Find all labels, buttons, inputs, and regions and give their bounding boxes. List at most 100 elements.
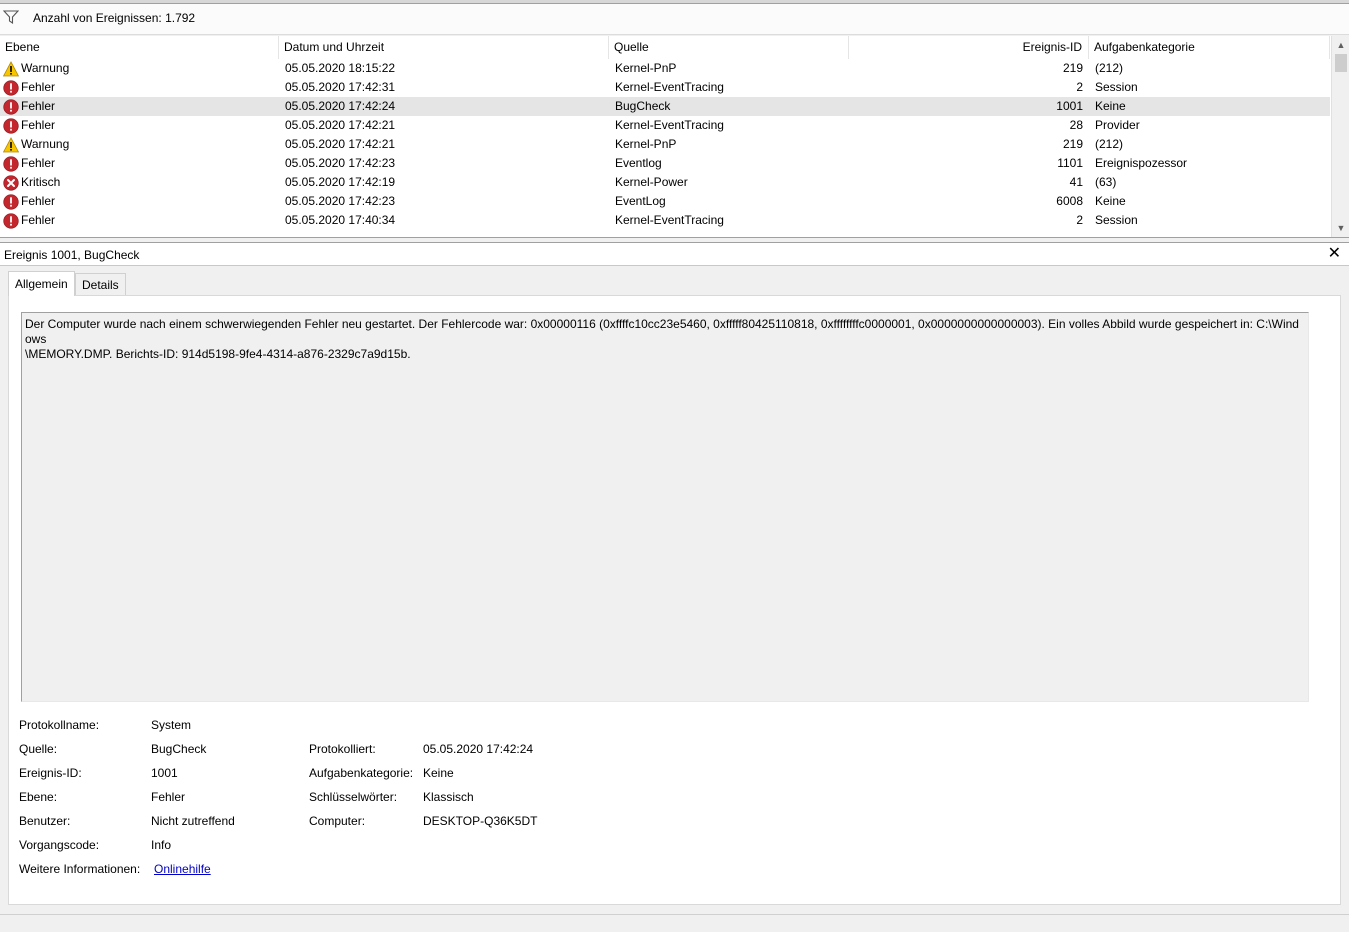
event-source: Kernel-EventTracing: [615, 118, 724, 132]
detail-title: Ereignis 1001, BugCheck: [4, 248, 140, 262]
error-icon: [3, 99, 19, 115]
event-date: 05.05.2020 17:42:21: [285, 118, 396, 132]
event-source: Kernel-EventTracing: [615, 80, 724, 94]
event-source: EventLog: [615, 194, 666, 208]
event-id: 219: [1062, 137, 1083, 151]
event-category: Ereignispozessor: [1095, 156, 1188, 170]
event-id: 1001: [1056, 99, 1083, 113]
level-label: Ebene:: [19, 790, 58, 804]
event-level: Fehler: [21, 194, 56, 208]
error-icon: [3, 213, 19, 229]
event-row[interactable]: Fehler 05.05.2020 17:42:23 EventLog 6008 Kei…: [0, 192, 1330, 211]
event-category: (63): [1095, 175, 1117, 189]
event-date: 05.05.2020 17:42:24: [285, 99, 396, 113]
user-value: Nicht zutreffend: [151, 814, 235, 828]
opcode-value: Info: [151, 838, 172, 852]
event-date: 05.05.2020 17:42:21: [285, 137, 396, 151]
log-name-value: System: [151, 718, 192, 732]
event-id: 28: [1069, 118, 1083, 132]
event-id: 41: [1069, 175, 1083, 189]
event-row[interactable]: Fehler 05.05.2020 17:40:34 Kernel-EventTra…: [0, 211, 1330, 230]
scroll-down-icon[interactable]: ▼: [1336, 223, 1346, 233]
keywords-label: Schlüsselwörter:: [309, 790, 398, 804]
event-category: Keine: [1095, 194, 1126, 208]
event-date: 05.05.2020 18:15:22: [285, 61, 396, 75]
event-list[interactable]: Ebene Datum und Uhrzeit Quelle Ereignis-…: [0, 36, 1349, 238]
event-level: Warnung: [21, 61, 70, 75]
close-icon[interactable]: ✕: [1328, 245, 1341, 263]
warning-icon: [2, 137, 20, 153]
error-icon: [3, 80, 19, 96]
event-row[interactable]: Kritisch 05.05.2020 17:42:19 Kernel-Power 4…: [0, 173, 1330, 192]
tab-allgemein[interactable]: Allgemein: [8, 271, 75, 296]
error-icon: [3, 194, 19, 210]
event-level: Kritisch: [21, 175, 61, 189]
event-date: 05.05.2020 17:42:23: [285, 156, 396, 170]
computer-value: DESKTOP-Q36K5DT: [423, 814, 538, 828]
error-icon: [3, 156, 19, 172]
event-id: 2: [1076, 213, 1083, 227]
column-header-date[interactable]: Datum und Uhrzeit: [279, 36, 609, 59]
event-level: Fehler: [21, 99, 56, 113]
online-help-link[interactable]: Onlinehilfe: [154, 862, 211, 876]
event-category: Session: [1095, 80, 1138, 94]
scrollbar-thumb[interactable]: [1335, 54, 1347, 72]
event-id-value: 1001: [151, 766, 178, 780]
level-value: Fehler: [151, 790, 186, 804]
event-rows: Warnung 05.05.2020 18:15:22 Kernel-PnP 219 (…: [0, 59, 1330, 230]
event-row[interactable]: Fehler 05.05.2020 17:42:24 BugCheck 1001 Kei…: [0, 97, 1330, 116]
partially-hidden-row: [0, 230, 1330, 237]
event-row[interactable]: Fehler 05.05.2020 17:42:23 Eventlog 1101 Ere…: [0, 154, 1330, 173]
event-date: 05.05.2020 17:42:23: [285, 194, 396, 208]
event-level: Fehler: [21, 213, 56, 227]
opcode-label: Vorgangscode:: [19, 838, 100, 852]
more-info-label: Weitere Informationen:: [19, 862, 141, 876]
event-date: 05.05.2020 17:40:34: [285, 213, 396, 227]
tab-details[interactable]: Details: [75, 273, 126, 296]
logged-value: 05.05.2020 17:42:24: [423, 742, 534, 756]
column-header-category[interactable]: Aufgabenkategorie: [1089, 36, 1330, 59]
event-row[interactable]: Fehler 05.05.2020 17:42:31 Kernel-EventTra…: [0, 78, 1330, 97]
critical-icon: [3, 175, 19, 191]
status-bar: [0, 914, 1349, 932]
event-date: 05.05.2020 17:42:31: [285, 80, 396, 94]
event-source: Kernel-Power: [615, 175, 688, 189]
event-description[interactable]: Der Computer wurde nach einem schwerwieg…: [21, 312, 1309, 702]
column-header-source[interactable]: Quelle: [609, 36, 849, 59]
event-id: 6008: [1056, 194, 1083, 208]
event-source: Kernel-EventTracing: [615, 213, 724, 227]
event-id-label: Ereignis-ID:: [19, 766, 82, 780]
event-list-header: Ebene Datum und Uhrzeit Quelle Ereignis-…: [0, 36, 1330, 59]
event-count-label: Anzahl von Ereignissen: 1.792: [33, 11, 196, 25]
error-icon: [3, 118, 19, 134]
event-row[interactable]: Warnung 05.05.2020 18:15:22 Kernel-PnP 219 (…: [0, 59, 1330, 78]
log-name-label: Protokollname:: [19, 718, 100, 732]
event-category: (212): [1095, 61, 1124, 75]
task-category-value: Keine: [423, 766, 454, 780]
column-header-event-id[interactable]: Ereignis-ID: [849, 36, 1089, 59]
event-source: BugCheck: [615, 99, 671, 113]
event-level: Fehler: [21, 156, 56, 170]
source-value: BugCheck: [151, 742, 207, 756]
scroll-up-icon[interactable]: ▲: [1336, 40, 1346, 50]
event-list-scrollbar[interactable]: ▲ ▼: [1331, 36, 1349, 237]
filter-icon[interactable]: [3, 10, 19, 24]
event-level: Fehler: [21, 118, 56, 132]
event-source: Kernel-PnP: [615, 61, 677, 75]
event-id: 1101: [1057, 156, 1083, 170]
event-row[interactable]: Warnung 05.05.2020 17:42:21 Kernel-PnP 219 (…: [0, 135, 1330, 154]
filter-bar: Anzahl von Ereignissen: 1.792: [0, 4, 1349, 35]
general-tab-panel: Der Computer wurde nach einem schwerwieg…: [8, 295, 1341, 905]
logged-label: Protokolliert:: [309, 742, 376, 756]
event-row[interactable]: Fehler 05.05.2020 17:42:21 Kernel-EventTra…: [0, 116, 1330, 135]
task-category-label: Aufgabenkategorie:: [309, 766, 414, 780]
detail-header: Ereignis 1001, BugCheck ✕: [0, 242, 1349, 266]
computer-label: Computer:: [309, 814, 366, 828]
event-source: Eventlog: [615, 156, 662, 170]
event-level: Warnung: [21, 137, 70, 151]
column-header-level[interactable]: Ebene: [0, 36, 279, 59]
source-label: Quelle:: [19, 742, 58, 756]
user-label: Benutzer:: [19, 814, 71, 828]
event-id: 219: [1062, 61, 1083, 75]
event-category: Provider: [1095, 118, 1140, 132]
